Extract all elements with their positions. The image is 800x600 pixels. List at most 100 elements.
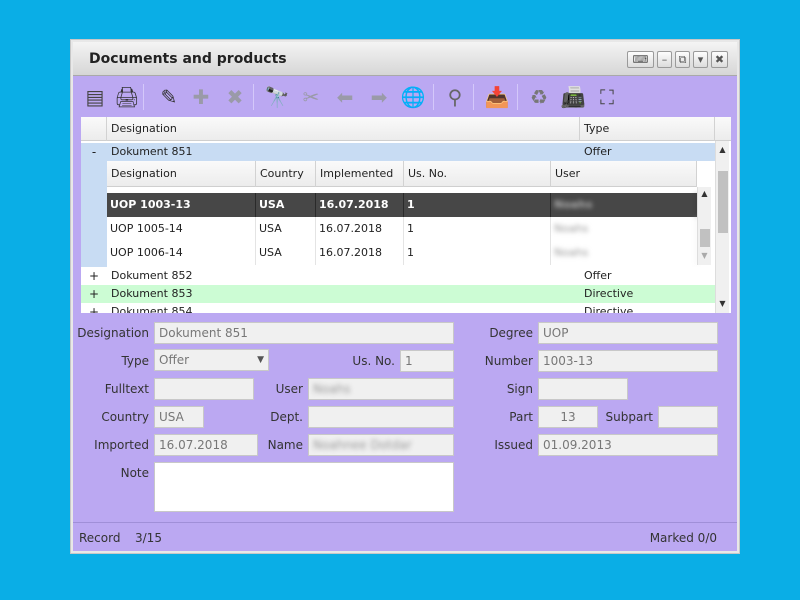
row-designation: Dokument 851 — [111, 145, 193, 158]
expand-toggle[interactable]: + — [81, 285, 107, 303]
minimize-button[interactable]: – — [657, 51, 672, 68]
toolbar-separator — [517, 84, 518, 110]
marked-counter: Marked 0/0 — [649, 531, 717, 545]
table-row[interactable]: + Dokument 852 Offer — [81, 267, 715, 285]
toolbar-separator — [143, 84, 144, 110]
number-label: Number — [484, 354, 533, 368]
type-select[interactable]: Offer ▼ — [154, 349, 269, 371]
toolbar-separator — [253, 84, 254, 110]
degree-field[interactable]: UOP — [538, 322, 718, 344]
cell-designation: UOP 1005-14 — [107, 217, 256, 241]
table-row[interactable]: - Dokument 851 Offer — [81, 143, 715, 161]
fax-icon[interactable]: 📠 — [559, 83, 587, 111]
scroll-thumb[interactable] — [700, 229, 710, 247]
back-icon[interactable]: ⬅ — [331, 83, 359, 111]
cell-usno: 1 — [404, 217, 551, 241]
row-type: Directive — [584, 305, 634, 313]
record-counter: 3/15 — [135, 531, 162, 545]
pdf-icon[interactable]: ⛶ — [593, 83, 621, 111]
note-label: Note — [120, 466, 149, 480]
row-type: Directive — [584, 287, 634, 300]
subheader-implemented[interactable]: Implemented — [316, 161, 404, 187]
expanded-indent — [81, 161, 107, 267]
subgrid: Designation Country Implemented Us. No. … — [107, 161, 723, 267]
table-row[interactable]: + Dokument 854 Directive — [81, 303, 715, 313]
cell-usno: 1 — [404, 241, 551, 265]
delete-icon[interactable]: ✖ — [221, 83, 249, 111]
grid-scrollbar[interactable]: ▲ ▼ — [715, 141, 729, 313]
number-field[interactable]: 1003-13 — [538, 350, 718, 372]
subgrid-header: Designation Country Implemented Us. No. … — [107, 161, 697, 187]
collapse-toggle[interactable]: - — [81, 143, 107, 161]
menu-button[interactable]: ▾ — [693, 51, 708, 68]
imported-label: Imported — [94, 438, 149, 452]
subheader-usno[interactable]: Us. No. — [404, 161, 551, 187]
cell-user: Noahs — [551, 241, 697, 265]
row-designation: Dokument 852 — [111, 269, 193, 282]
documents-grid: Designation Type - Dokument 851 Offer De… — [81, 117, 731, 313]
sign-field[interactable] — [538, 378, 628, 400]
name-field[interactable]: Noahnee Dotdar — [308, 434, 454, 456]
subpart-label: Subpart — [605, 410, 653, 424]
country-field[interactable]: USA — [154, 406, 204, 428]
forward-icon[interactable]: ➡ — [365, 83, 393, 111]
header-type[interactable]: Type — [580, 117, 715, 141]
designation-label: Designation — [77, 326, 149, 340]
expand-toggle[interactable]: + — [81, 267, 107, 285]
scroll-thumb[interactable] — [718, 171, 728, 233]
expand-toggle[interactable]: + — [81, 303, 107, 313]
find-icon[interactable]: 🔭 — [263, 83, 291, 111]
print-icon[interactable]: 🖨 — [113, 83, 141, 111]
row-designation: Dokument 854 — [111, 305, 193, 313]
part-field[interactable]: 13 — [538, 406, 598, 428]
cell-country: USA — [256, 241, 316, 265]
title-bar: Documents and products ⌨ – ⧉ ▾ ✖ — [73, 42, 737, 76]
scroll-down-icon[interactable]: ▼ — [698, 249, 711, 263]
fulltext-label: Fulltext — [104, 382, 149, 396]
degree-label: Degree — [489, 326, 533, 340]
cell-designation: UOP 1006-14 — [107, 241, 256, 265]
close-button[interactable]: ✖ — [711, 51, 728, 68]
header-designation[interactable]: Designation — [107, 117, 580, 141]
clear-filter-icon[interactable]: ✂ — [297, 83, 325, 111]
inbox-icon[interactable]: 📥 — [483, 83, 511, 111]
refresh-icon[interactable]: ♻ — [525, 83, 553, 111]
type-label: Type — [121, 354, 149, 368]
subgrid-scrollbar[interactable]: ▲ ▼ — [697, 187, 711, 265]
form-view-icon[interactable]: ▤ — [81, 83, 109, 111]
scroll-up-icon[interactable]: ▲ — [698, 187, 711, 201]
user-field[interactable]: Noahs — [308, 378, 454, 400]
subheader-designation[interactable]: Designation — [107, 161, 256, 187]
cell-designation: UOP 1003-13 — [107, 193, 256, 217]
scroll-up-icon[interactable]: ▲ — [716, 143, 729, 157]
toolbar: ▤ 🖨 ✎ ✚ ✖ 🔭 ✂ ⬅ ➡ 🌐 ⚲ 📥 ♻ 📠 ⛶ — [79, 80, 731, 114]
designation-field[interactable]: Dokument 851 — [154, 322, 454, 344]
subgrid-row[interactable]: UOP 1005-14 USA 16.07.2018 1 Noahs — [107, 217, 697, 241]
subgrid-row-selected[interactable]: UOP 1003-13 USA 16.07.2018 1 Noahs — [107, 193, 697, 217]
subheader-user[interactable]: User — [551, 161, 697, 187]
subheader-country[interactable]: Country — [256, 161, 316, 187]
subgrid-row[interactable]: UOP 1006-14 USA 16.07.2018 1 Noahs — [107, 241, 697, 265]
grid-header: Designation Type — [81, 117, 731, 141]
name-label: Name — [267, 438, 303, 452]
dept-field[interactable] — [308, 406, 454, 428]
scroll-down-icon[interactable]: ▼ — [716, 297, 729, 311]
cell-country: USA — [256, 217, 316, 241]
fulltext-field[interactable] — [154, 378, 254, 400]
subpart-field[interactable] — [658, 406, 718, 428]
usno-field[interactable]: 1 — [400, 350, 454, 372]
note-textarea[interactable] — [154, 462, 454, 512]
edit-icon[interactable]: ✎ — [155, 83, 183, 111]
add-icon[interactable]: ✚ — [187, 83, 215, 111]
user-value: Noahs — [313, 382, 351, 396]
issued-field[interactable]: 01.09.2013 — [538, 434, 718, 456]
window-title: Documents and products — [89, 51, 287, 67]
popout-button[interactable]: ⧉ — [675, 51, 690, 68]
table-row[interactable]: + Dokument 853 Directive — [81, 285, 715, 303]
usno-label: Us. No. — [352, 354, 395, 368]
globe-icon[interactable]: 🌐 — [399, 83, 427, 111]
filter-icon[interactable]: ⚲ — [441, 83, 469, 111]
status-bar: Record 3/15 Marked 0/0 — [73, 522, 737, 551]
imported-field[interactable]: 16.07.2018 — [154, 434, 258, 456]
keyboard-button[interactable]: ⌨ — [627, 51, 654, 68]
